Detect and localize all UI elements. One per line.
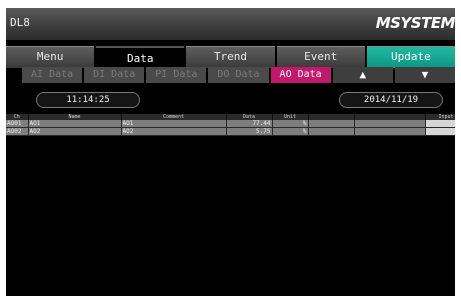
- clock-date: 2014/11/19: [339, 92, 443, 108]
- ao-data-table: Ch Name Comment Data Unit Input AO01 AO1…: [6, 114, 455, 136]
- subtab-do-data[interactable]: DO Data: [208, 67, 269, 83]
- arrow-down-icon: ▼: [421, 68, 429, 81]
- cell-data: 77.44: [226, 120, 273, 128]
- app-title: DL8: [10, 16, 30, 29]
- table-row: AO02 AO2 AO2 5.75 %: [6, 127, 455, 136]
- tab-event[interactable]: Event: [276, 46, 365, 68]
- main-tab-bar: Menu Data Trend Event Update: [6, 46, 455, 68]
- cell-name: AO1: [28, 120, 122, 128]
- subtab-di-data[interactable]: DI Data: [84, 67, 145, 83]
- cell-blank: [354, 120, 426, 128]
- cell-comment: AO2: [121, 127, 227, 136]
- cell-blank: [308, 120, 355, 128]
- cell-unit: %: [272, 127, 309, 136]
- cell-unit: %: [272, 120, 309, 128]
- cell-blank: [354, 127, 426, 136]
- sub-tab-bar: AI Data DI Data PI Data DO Data AO Data …: [22, 67, 455, 83]
- brand-logo: MSYSTEM: [375, 14, 455, 32]
- tab-data[interactable]: Data: [96, 46, 185, 68]
- subtab-pi-data[interactable]: PI Data: [146, 67, 207, 83]
- cell-name: AO2: [28, 127, 122, 136]
- cell-ch: AO01: [6, 120, 29, 128]
- tab-update[interactable]: Update: [366, 46, 455, 68]
- cell-ch: AO02: [6, 127, 29, 136]
- cell-input-button[interactable]: [425, 127, 455, 136]
- cell-data: 5.75: [226, 127, 273, 136]
- cell-input-button[interactable]: [425, 120, 455, 128]
- table-row: AO01 AO1 AO1 77.44 %: [6, 120, 455, 128]
- clock-time: 11:14:25: [36, 92, 140, 108]
- device-screen: DL8 MSYSTEM Menu Data Trend Event Update…: [6, 8, 455, 296]
- subtab-ao-data[interactable]: AO Data: [270, 67, 331, 83]
- tab-trend[interactable]: Trend: [186, 46, 275, 68]
- tab-menu[interactable]: Menu: [6, 46, 95, 68]
- page-down-button[interactable]: ▼: [394, 67, 455, 83]
- subtab-ai-data[interactable]: AI Data: [22, 67, 83, 83]
- title-bar: DL8 MSYSTEM: [6, 8, 455, 40]
- page-up-button[interactable]: ▲: [332, 67, 393, 83]
- cell-blank: [308, 127, 355, 136]
- arrow-up-icon: ▲: [359, 68, 367, 81]
- cell-comment: AO1: [121, 120, 227, 128]
